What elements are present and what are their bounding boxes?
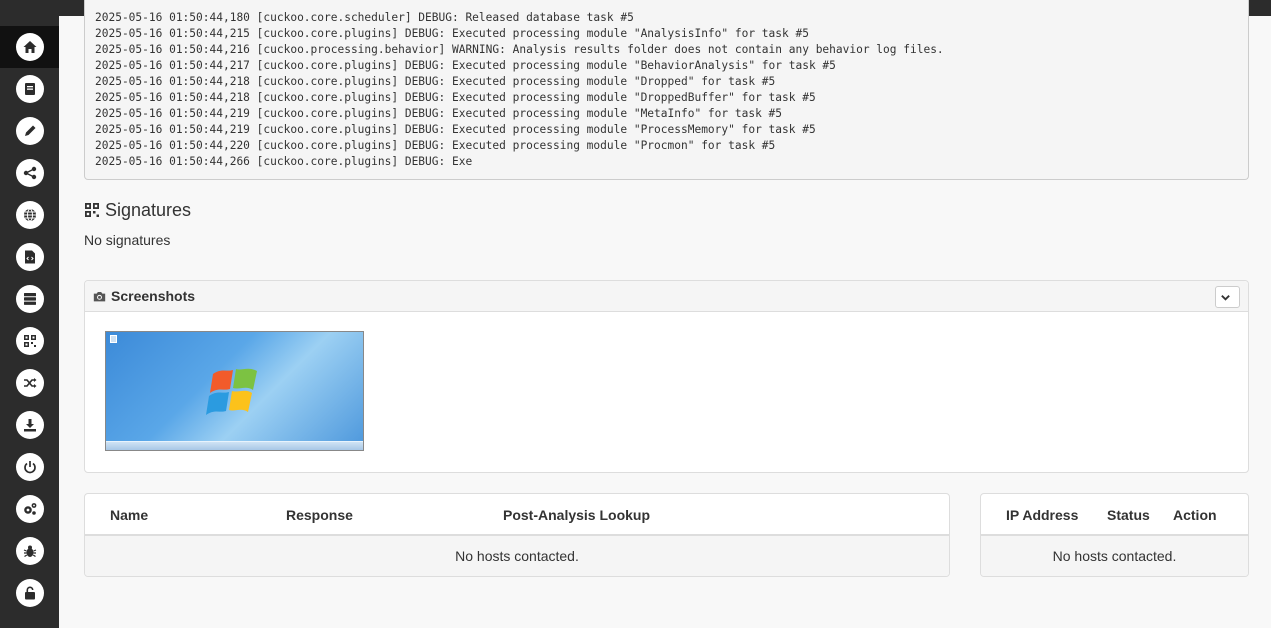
- qrcode-icon: [85, 203, 99, 217]
- collapse-button[interactable]: [1215, 286, 1240, 308]
- hosts-table: IP Address Status Action No hosts contac…: [980, 493, 1249, 577]
- sidebar-item-submit[interactable]: [0, 110, 59, 152]
- sidebar-item-power[interactable]: [0, 446, 59, 488]
- taskbar: [106, 441, 363, 450]
- log-line: 2025-05-16 01:50:44,220 [cuckoo.core.plu…: [95, 139, 776, 152]
- log-line: 2025-05-16 01:50:44,217 [cuckoo.core.plu…: [95, 59, 836, 72]
- log-line: 2025-05-16 01:50:44,219 [cuckoo.core.plu…: [95, 123, 816, 136]
- sidebar-item-signatures[interactable]: [0, 320, 59, 362]
- signatures-title: Signatures: [105, 199, 192, 220]
- log-line: 2025-05-16 01:50:44,216 [cuckoo.processi…: [95, 43, 944, 56]
- random-icon: [15, 369, 44, 397]
- recycle-bin-icon: [110, 335, 117, 343]
- unlock-icon: [15, 579, 44, 607]
- log-line: 2025-05-16 01:50:44,266 [cuckoo.core.plu…: [95, 155, 473, 168]
- server-icon: [15, 285, 44, 313]
- download-icon: [15, 411, 44, 439]
- screenshot-thumbnail[interactable]: [105, 331, 364, 451]
- column-header-name[interactable]: Name: [110, 507, 148, 523]
- globe-icon: [15, 201, 44, 229]
- log-line: 2025-05-16 01:50:44,218 [cuckoo.core.plu…: [95, 91, 816, 104]
- sidebar-item-share[interactable]: [0, 152, 59, 194]
- share-icon: [15, 159, 44, 187]
- dns-table: Name Response Post-Analysis Lookup No ho…: [84, 493, 950, 577]
- signatures-empty-text: No signatures: [84, 232, 171, 248]
- home-icon: [15, 33, 44, 61]
- column-header-action[interactable]: Action: [1173, 507, 1217, 523]
- power-icon: [15, 453, 44, 481]
- sidebar-item-static[interactable]: [0, 236, 59, 278]
- log-line: 2025-05-16 01:50:44,215 [cuckoo.core.plu…: [95, 27, 809, 40]
- dns-table-header: Name Response Post-Analysis Lookup: [85, 494, 949, 536]
- screenshots-panel-header: Screenshots: [85, 281, 1248, 312]
- sidebar-item-book[interactable]: [0, 68, 59, 110]
- sidebar-item-download[interactable]: [0, 404, 59, 446]
- column-header-post-analysis-lookup[interactable]: Post-Analysis Lookup: [503, 507, 650, 523]
- column-header-response[interactable]: Response: [286, 507, 353, 523]
- sidebar-item-home[interactable]: [0, 26, 59, 68]
- sidebar: [0, 16, 59, 628]
- screenshots-title: Screenshots: [111, 288, 196, 304]
- sidebar-item-network[interactable]: [0, 194, 59, 236]
- hosts-table-header: IP Address Status Action: [981, 494, 1248, 536]
- sidebar-item-settings[interactable]: [0, 488, 59, 530]
- log-lines: 2025-05-16 01:50:44,180 [cuckoo.core.sch…: [95, 10, 944, 170]
- log-line: 2025-05-16 01:50:44,219 [cuckoo.core.plu…: [95, 107, 783, 120]
- log-line: 2025-05-16 01:50:44,180 [cuckoo.core.sch…: [95, 11, 634, 24]
- hosts-table-empty-row: No hosts contacted.: [981, 536, 1248, 576]
- screenshots-panel: Screenshots: [84, 280, 1249, 473]
- file-code-icon: [15, 243, 44, 271]
- column-header-ip-address[interactable]: IP Address: [1006, 507, 1078, 523]
- cogs-icon: [15, 495, 44, 523]
- camera-icon: [93, 291, 106, 301]
- sidebar-item-random[interactable]: [0, 362, 59, 404]
- pencil-icon: [15, 117, 44, 145]
- sidebar-item-unlock[interactable]: [0, 572, 59, 614]
- sidebar-item-bug[interactable]: [0, 530, 59, 572]
- signatures-heading: Signatures: [84, 199, 191, 221]
- bug-icon: [15, 537, 44, 565]
- log-line: 2025-05-16 01:50:44,218 [cuckoo.core.plu…: [95, 75, 776, 88]
- processing-log: 2025-05-16 01:50:44,180 [cuckoo.core.sch…: [84, 0, 1249, 180]
- chevron-down-icon: [1220, 294, 1230, 301]
- book-icon: [15, 75, 44, 103]
- windows-logo-icon: [206, 368, 257, 415]
- dns-table-empty-row: No hosts contacted.: [85, 536, 949, 576]
- qrcode-icon: [15, 327, 44, 355]
- sidebar-item-server[interactable]: [0, 278, 59, 320]
- column-header-status[interactable]: Status: [1107, 507, 1150, 523]
